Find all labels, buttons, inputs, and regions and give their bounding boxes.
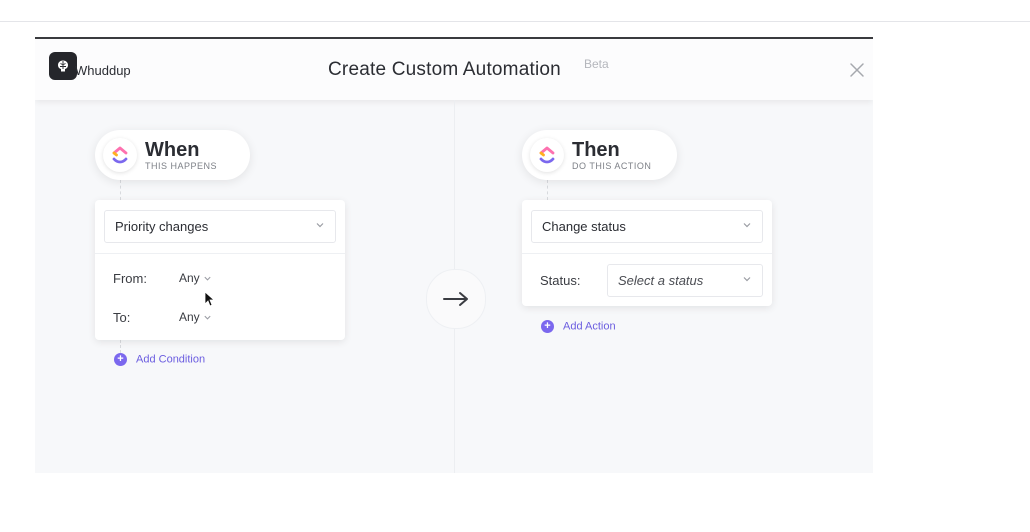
modal-title: Create Custom Automation bbox=[328, 59, 561, 80]
action-card-separator bbox=[522, 253, 772, 254]
when-title: When bbox=[145, 139, 200, 161]
add-condition-button[interactable]: + Add Condition bbox=[114, 353, 205, 366]
plus-circle-icon: + bbox=[114, 353, 127, 366]
action-connector-top bbox=[547, 180, 549, 200]
page-top-divider bbox=[0, 21, 1030, 22]
trigger-card: Priority changes From: Any To: Any bbox=[95, 200, 345, 340]
status-select-placeholder: Select a status bbox=[618, 273, 704, 288]
modal-header: Whuddup Create Custom Automation Beta bbox=[35, 39, 873, 100]
to-value: Any bbox=[179, 310, 200, 324]
then-title: Then bbox=[572, 139, 620, 161]
chevron-down-icon bbox=[316, 223, 324, 228]
chevron-down-icon bbox=[743, 277, 751, 282]
from-label: From: bbox=[113, 271, 147, 286]
brand-name: Whuddup bbox=[75, 63, 131, 78]
when-subtitle: THIS HAPPENS bbox=[145, 161, 218, 171]
status-label: Status: bbox=[540, 273, 581, 288]
to-dropdown[interactable]: Any bbox=[179, 310, 212, 324]
then-header: Then DO THIS ACTION bbox=[522, 130, 677, 180]
trigger-select-value: Priority changes bbox=[115, 219, 209, 234]
plus-circle-icon: + bbox=[541, 320, 554, 333]
action-select-value: Change status bbox=[542, 219, 626, 234]
from-dropdown[interactable]: Any bbox=[179, 271, 212, 285]
trigger-connector-top bbox=[120, 180, 122, 200]
action-card: Change status Status: Select a status bbox=[522, 200, 772, 306]
trigger-select[interactable]: Priority changes bbox=[104, 210, 336, 243]
add-action-button[interactable]: + Add Action bbox=[541, 320, 616, 333]
brain-icon bbox=[58, 60, 68, 72]
chevron-down-icon bbox=[743, 223, 751, 228]
mouse-cursor-icon bbox=[204, 291, 214, 307]
to-label: To: bbox=[113, 310, 131, 325]
brand-logo bbox=[49, 52, 77, 80]
app-logo-icon bbox=[530, 138, 564, 172]
from-value: Any bbox=[179, 271, 200, 285]
close-button[interactable] bbox=[847, 60, 867, 80]
then-subtitle: DO THIS ACTION bbox=[572, 161, 652, 171]
trigger-card-separator bbox=[95, 253, 345, 254]
app-logo-icon bbox=[103, 138, 137, 172]
when-header: When THIS HAPPENS bbox=[95, 130, 250, 180]
chevron-down-icon bbox=[204, 277, 211, 281]
chevron-down-icon bbox=[204, 316, 211, 320]
beta-badge: Beta bbox=[584, 57, 609, 71]
close-icon bbox=[850, 63, 864, 77]
add-condition-label: Add Condition bbox=[136, 353, 206, 366]
automation-modal: Whuddup Create Custom Automation Beta Wh… bbox=[35, 37, 873, 473]
add-action-label: Add Action bbox=[563, 320, 616, 333]
status-select[interactable]: Select a status bbox=[607, 264, 763, 297]
flow-arrow bbox=[426, 269, 486, 329]
action-select[interactable]: Change status bbox=[531, 210, 763, 243]
arrow-right-icon bbox=[443, 292, 468, 306]
